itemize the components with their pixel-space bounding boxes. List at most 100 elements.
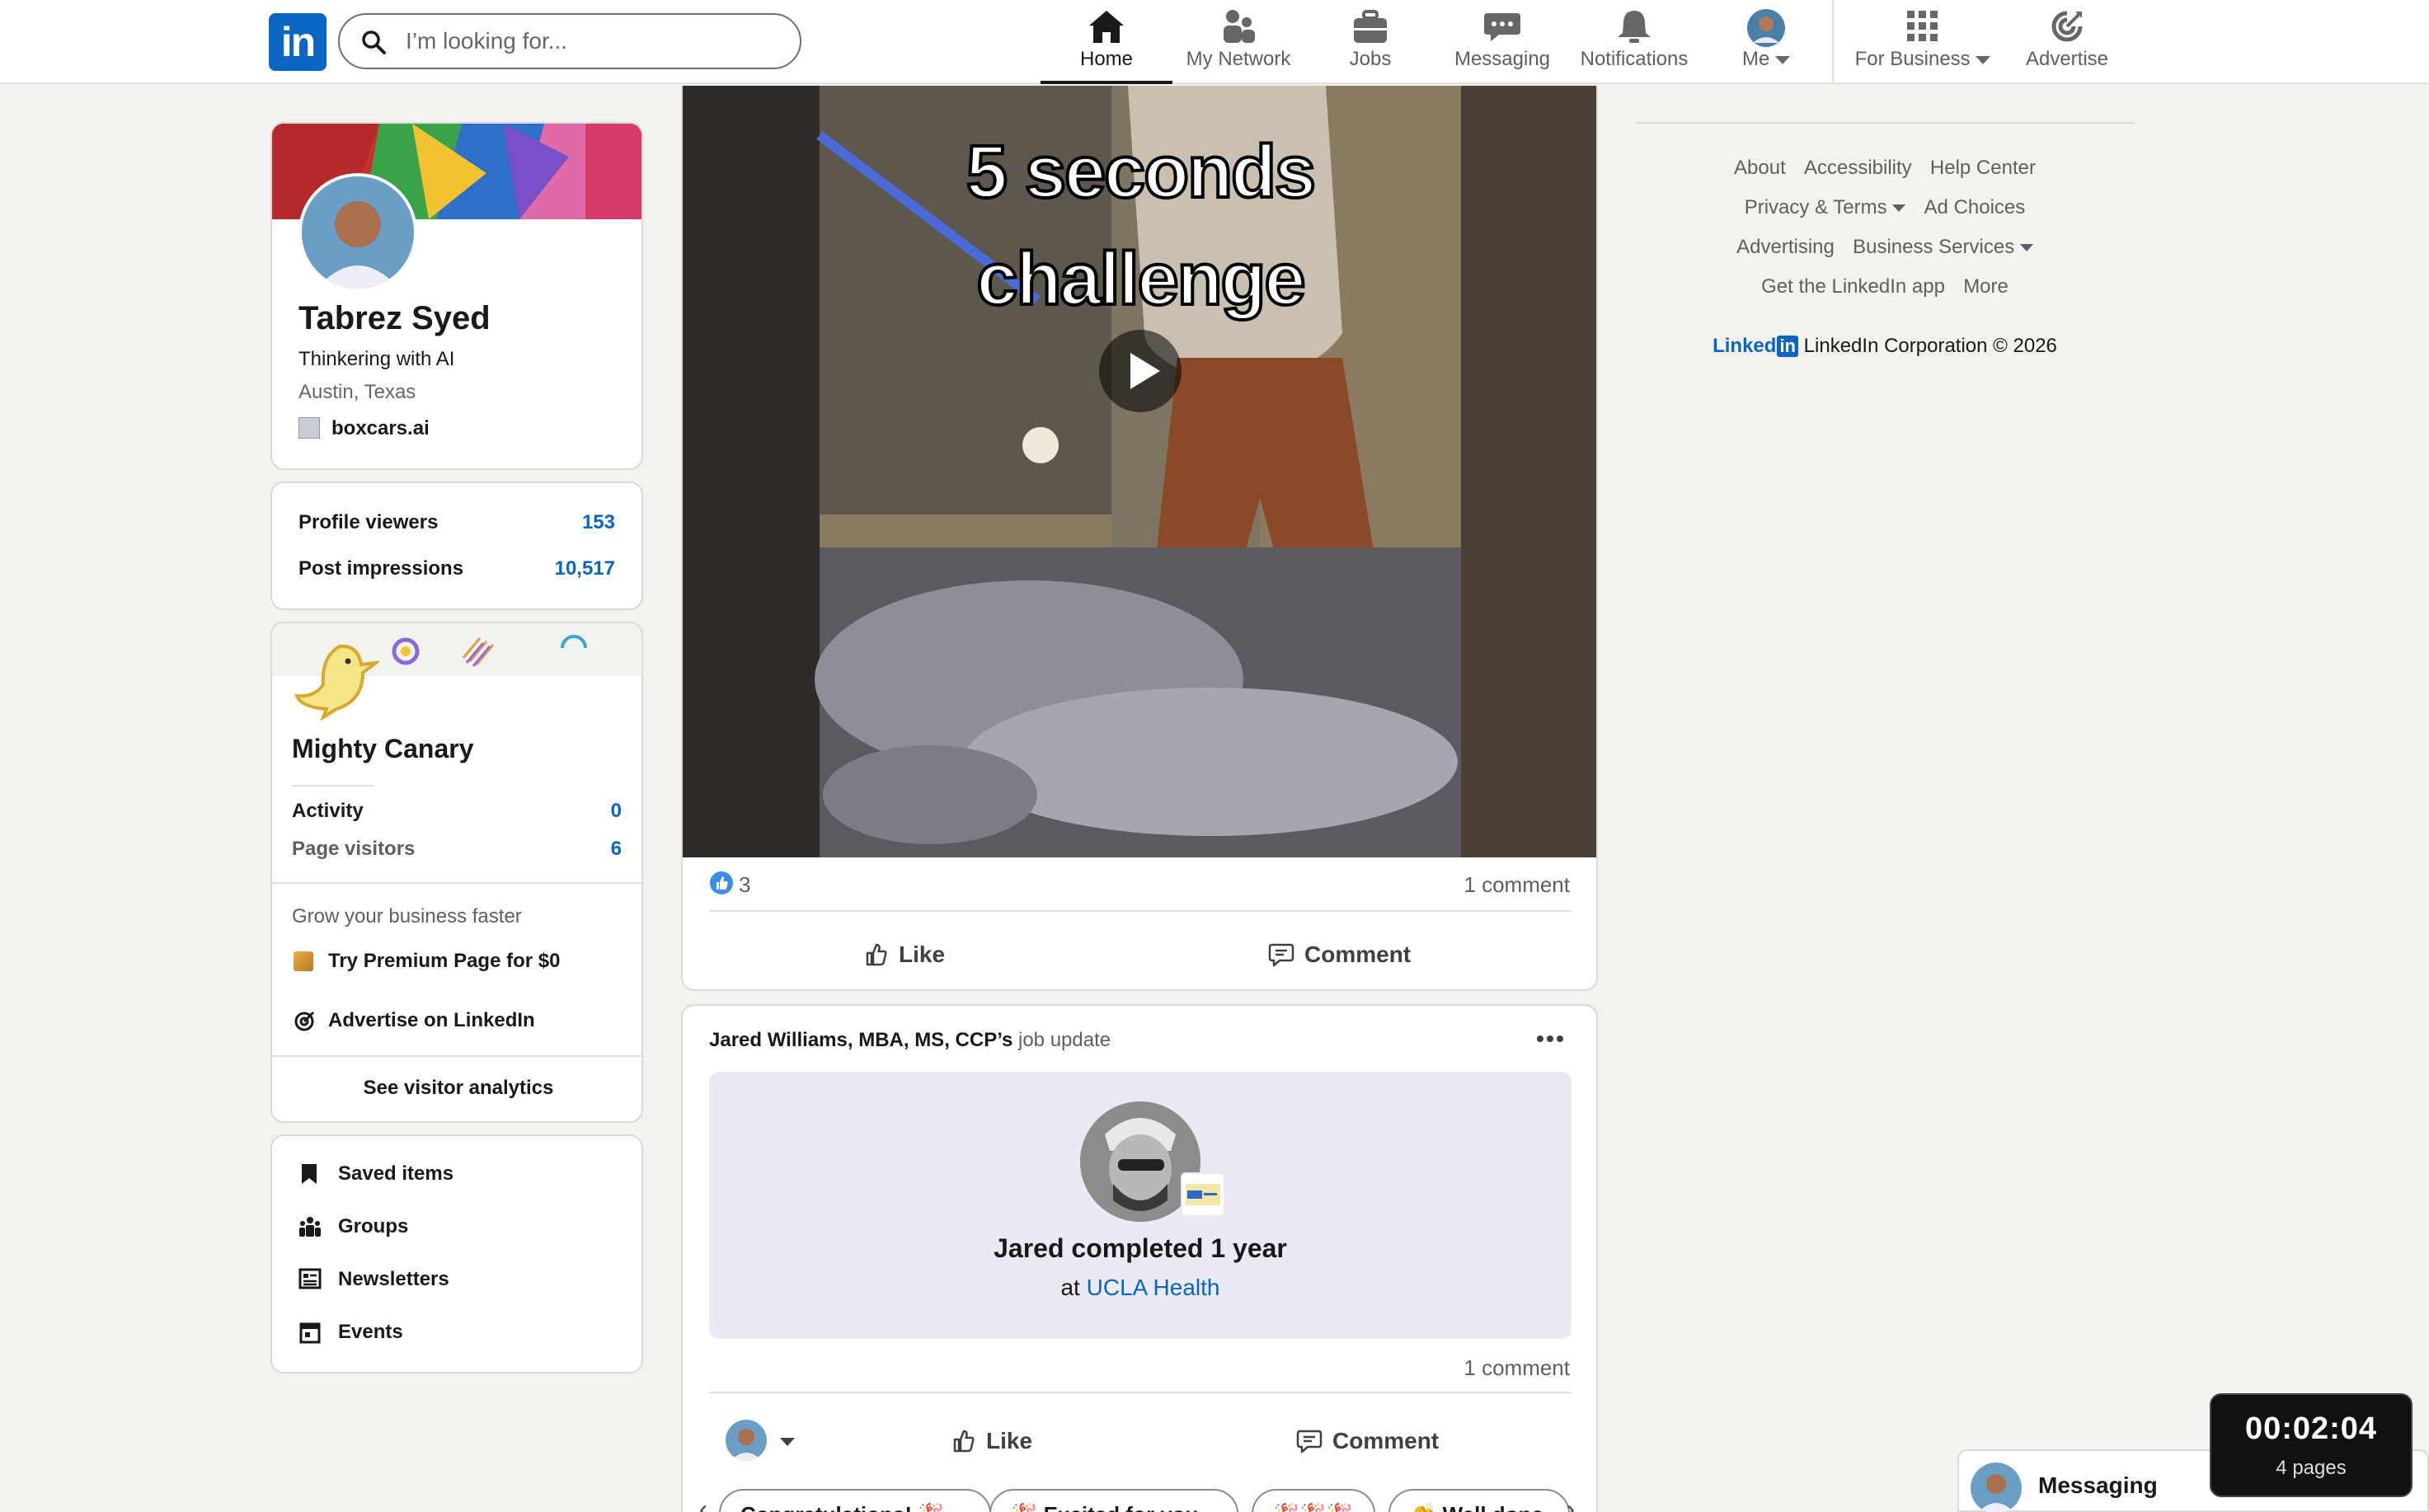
divider bbox=[709, 1392, 1572, 1393]
saved-items-link[interactable]: Saved items bbox=[338, 1162, 453, 1186]
actor-avatar[interactable] bbox=[726, 1420, 767, 1461]
search-icon bbox=[361, 30, 386, 54]
newsletters-link[interactable]: Newsletters bbox=[338, 1268, 449, 1291]
nav-me-label: Me bbox=[1700, 48, 1832, 71]
nav-advertise-label: Advertise bbox=[2025, 48, 2109, 70]
comment-button[interactable]: Comment bbox=[1296, 1421, 1439, 1461]
like-button[interactable]: Like bbox=[864, 935, 945, 974]
thumbs-up-icon bbox=[866, 943, 887, 966]
post-impressions-value[interactable]: 10,517 bbox=[555, 557, 615, 580]
footer-more[interactable]: More bbox=[1963, 275, 2009, 298]
messaging-label: Messaging bbox=[2038, 1472, 2158, 1498]
like-label: Like bbox=[899, 941, 946, 967]
search-input[interactable] bbox=[406, 25, 785, 58]
linkedin-logo[interactable]: in bbox=[269, 13, 327, 71]
activity-label[interactable]: Activity bbox=[292, 800, 364, 823]
caption-line-1: 5 seconds bbox=[965, 129, 1318, 215]
video-player[interactable]: 5 seconds challenge bbox=[683, 86, 1596, 857]
footer-business-services[interactable]: Business Services bbox=[1853, 236, 2033, 258]
nav-jobs[interactable]: Jobs bbox=[1304, 0, 1436, 82]
advertise-on-linkedin-link[interactable]: Advertise on LinkedIn bbox=[328, 1009, 535, 1032]
footer-privacy-terms[interactable]: Privacy & Terms bbox=[1745, 196, 1906, 218]
suggestion-chip[interactable]: 🎉🎉🎉 bbox=[1252, 1489, 1375, 1512]
timer-time: 00:02:04 bbox=[2244, 1411, 2378, 1446]
profile-headline: Thinkering with AI bbox=[298, 348, 455, 370]
footer-accessibility[interactable]: Accessibility bbox=[1804, 157, 1912, 179]
groups-link[interactable]: Groups bbox=[338, 1215, 408, 1238]
caret-down-icon bbox=[1892, 204, 1906, 213]
activity-value[interactable]: 0 bbox=[611, 800, 622, 823]
video-caption: 5 seconds challenge bbox=[820, 119, 1461, 333]
page-name[interactable]: Mighty Canary bbox=[292, 734, 473, 764]
copyright-text: LinkedIn Corporation © 2026 bbox=[1803, 335, 2057, 357]
nav-me-text: Me bbox=[1741, 48, 1770, 70]
page-visitors-label[interactable]: Page visitors bbox=[292, 838, 415, 861]
nav-advertise[interactable]: Advertise bbox=[2005, 0, 2129, 82]
divider bbox=[272, 1055, 641, 1057]
briefcase-icon bbox=[1351, 8, 1390, 45]
comment-button[interactable]: Comment bbox=[1268, 935, 1411, 974]
suggestion-chip[interactable]: Congratulations! 🎉 bbox=[719, 1489, 991, 1512]
suggestion-chip[interactable]: 👏 Well done bbox=[1388, 1489, 1570, 1512]
footer-get-app[interactable]: Get the LinkedIn app bbox=[1761, 275, 1945, 298]
nav-for-business[interactable]: For Business bbox=[1840, 0, 2005, 82]
nav-divider bbox=[1832, 0, 1834, 82]
suggestion-chip[interactable]: 🎉 Excited for you bbox=[989, 1489, 1238, 1512]
profile-viewers-value[interactable]: 153 bbox=[582, 511, 615, 534]
company-page-card: Mighty Canary Activity 0 Page visitors 6… bbox=[270, 622, 643, 1123]
profile-company[interactable]: boxcars.ai bbox=[331, 417, 430, 440]
nav-messaging[interactable]: Messaging bbox=[1436, 0, 1568, 82]
profile-avatar[interactable] bbox=[298, 173, 417, 292]
footer-ad-choices[interactable]: Ad Choices bbox=[1924, 196, 2026, 218]
chevron-left-icon[interactable]: ‹ bbox=[699, 1496, 707, 1512]
nav-notifications[interactable]: Notifications bbox=[1568, 0, 1700, 82]
profile-card: Tabrez Syed Thinkering with AI Austin, T… bbox=[270, 122, 643, 470]
premium-icon bbox=[294, 951, 313, 971]
try-premium-link[interactable]: Try Premium Page for $0 bbox=[328, 950, 560, 973]
linkedin-wordmark-text: Linked bbox=[1713, 335, 1777, 357]
footer-help-center[interactable]: Help Center bbox=[1930, 157, 2036, 179]
nav-my-network[interactable]: My Network bbox=[1172, 0, 1304, 82]
nav-me[interactable]: Me bbox=[1700, 0, 1832, 82]
chevron-right-icon[interactable]: › bbox=[1567, 1496, 1575, 1512]
page-visitors-value[interactable]: 6 bbox=[611, 838, 622, 861]
ucla-health-logo bbox=[1181, 1172, 1225, 1217]
profile-viewers-label[interactable]: Profile viewers bbox=[298, 511, 438, 534]
more-options-icon[interactable] bbox=[1530, 1019, 1570, 1059]
nav-home[interactable]: Home bbox=[1041, 0, 1172, 84]
job-update-banner[interactable]: Jared completed 1 year at UCLA Health bbox=[709, 1072, 1572, 1339]
search-bar[interactable] bbox=[338, 13, 801, 69]
see-visitor-analytics-button[interactable]: See visitor analytics bbox=[272, 1077, 641, 1100]
play-button[interactable] bbox=[1099, 330, 1182, 412]
like-button[interactable]: Like bbox=[951, 1421, 1032, 1461]
post-impressions-label[interactable]: Post impressions bbox=[298, 557, 463, 580]
divider bbox=[272, 882, 641, 884]
footer-advertising[interactable]: Advertising bbox=[1736, 236, 1835, 258]
caret-down-icon[interactable] bbox=[780, 1438, 795, 1446]
post-author[interactable]: Jared Williams, MBA, MS, CCP’s bbox=[709, 1029, 1012, 1051]
caret-down-icon bbox=[1976, 55, 1991, 64]
canary-logo[interactable] bbox=[290, 638, 379, 721]
company-logo-icon bbox=[298, 417, 320, 439]
advertise-target-icon bbox=[2049, 8, 2085, 45]
profile-stats-card: Profile viewers 153 Post impressions 10,… bbox=[270, 481, 643, 610]
nav-jobs-label: Jobs bbox=[1349, 48, 1392, 70]
company-link[interactable]: UCLA Health bbox=[1087, 1275, 1220, 1300]
comments-count[interactable]: 1 comment bbox=[1464, 872, 1570, 898]
linkedin-in-icon: in bbox=[1777, 336, 1798, 357]
post-type: job update bbox=[1018, 1029, 1111, 1051]
comments-count[interactable]: 1 comment bbox=[1464, 1355, 1570, 1381]
calendar-icon bbox=[298, 1321, 322, 1344]
grid-apps-icon bbox=[1905, 8, 1941, 45]
footer-copyright-line: Linked in LinkedIn Corporation © 2026 bbox=[1636, 335, 2134, 358]
divider bbox=[292, 785, 374, 787]
bell-icon bbox=[1614, 8, 1654, 45]
footer-about[interactable]: About bbox=[1734, 157, 1786, 179]
like-reaction-icon[interactable] bbox=[709, 871, 734, 895]
footer-links: About Accessibility Help Center Privacy … bbox=[1636, 157, 2134, 315]
footer-business-services-text: Business Services bbox=[1853, 236, 2015, 258]
reactions-count[interactable]: 3 bbox=[739, 872, 750, 898]
profile-name[interactable]: Tabrez Syed bbox=[298, 300, 491, 337]
events-link[interactable]: Events bbox=[338, 1321, 403, 1344]
newsletter-icon bbox=[298, 1268, 322, 1289]
